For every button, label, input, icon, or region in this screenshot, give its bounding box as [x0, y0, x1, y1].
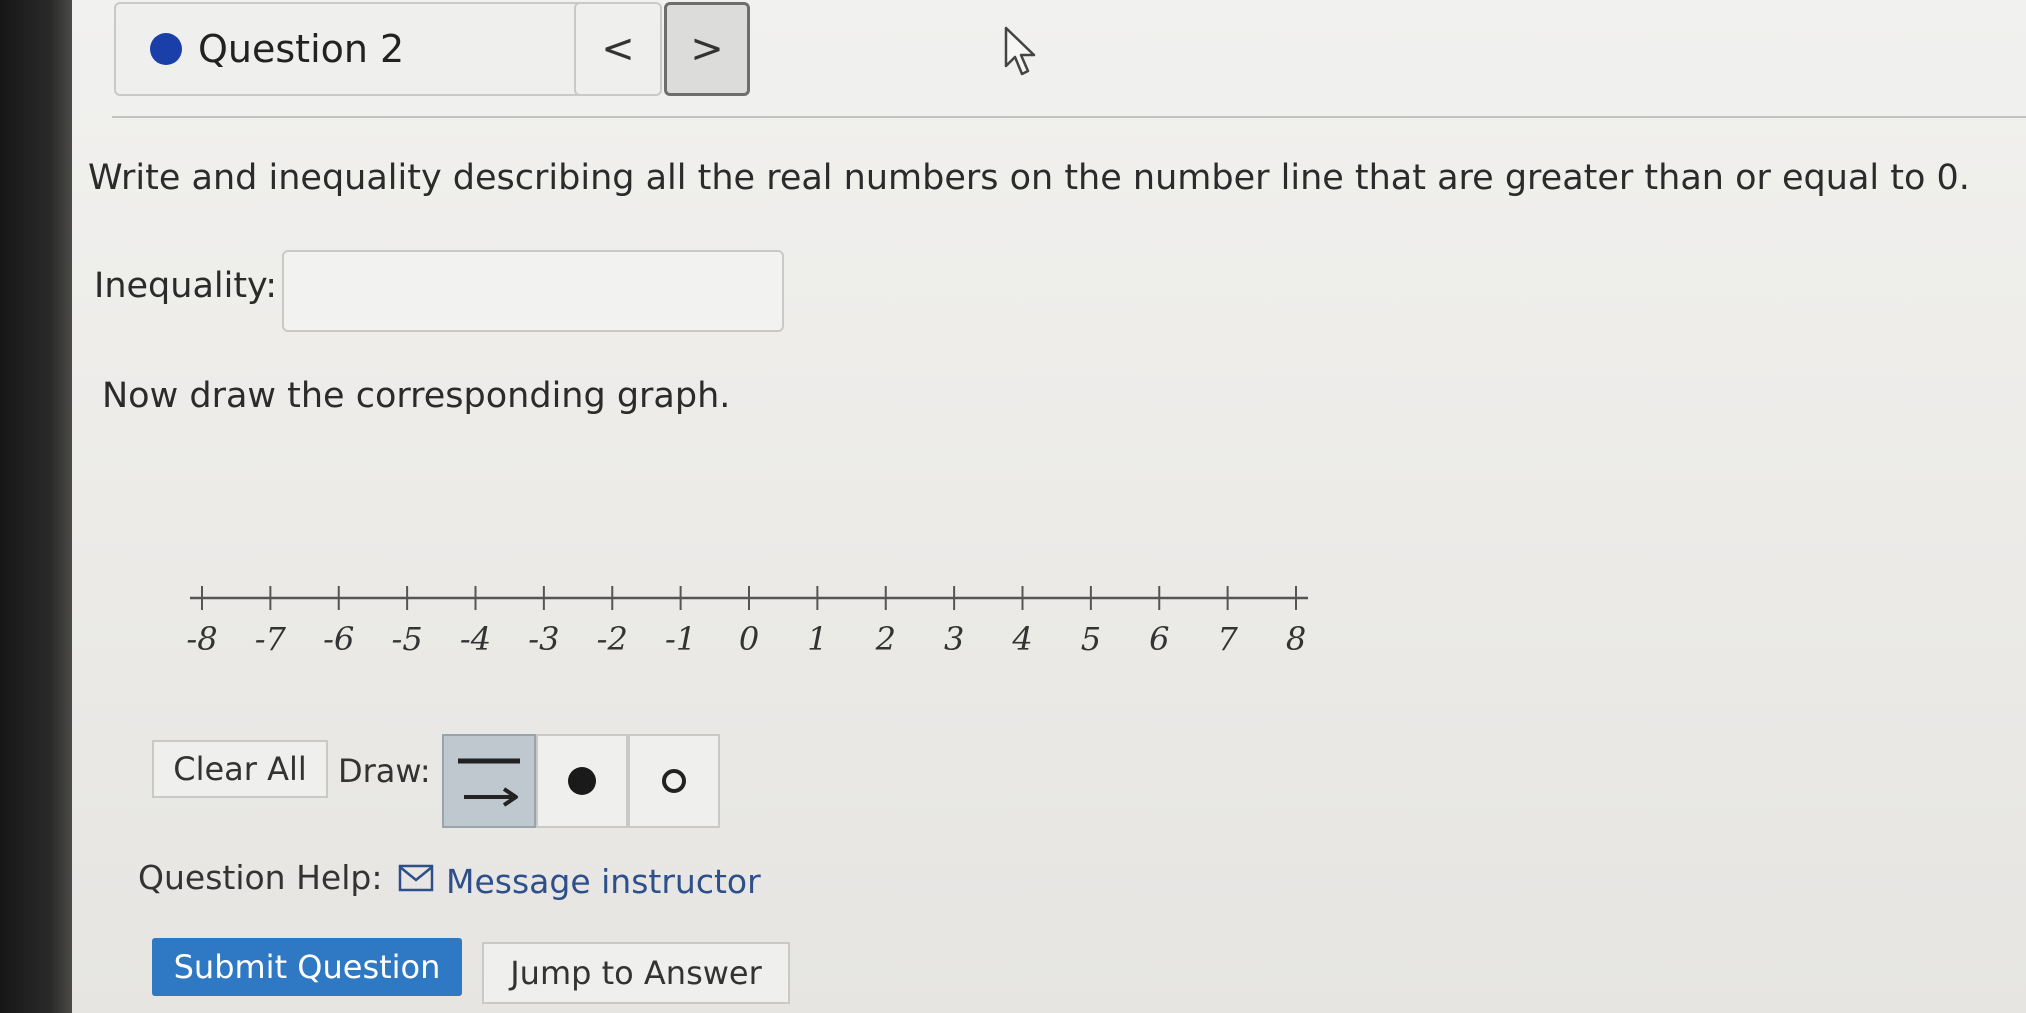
header-divider: [112, 116, 2026, 118]
jump-to-answer-button[interactable]: Jump to Answer: [482, 942, 790, 1004]
submit-question-button[interactable]: Submit Question: [152, 938, 462, 996]
number-line-tick-label: 3: [944, 620, 964, 658]
envelope-icon: [398, 864, 434, 892]
number-line-tick-label: -7: [255, 620, 287, 658]
open-dot-icon: [662, 769, 686, 793]
draw-label: Draw:: [338, 752, 431, 790]
number-line-tick-label: 6: [1149, 620, 1169, 658]
number-line-tick-label: 1: [807, 620, 827, 658]
chevron-left-icon: <: [601, 26, 635, 72]
number-line-tick-label: -3: [528, 620, 559, 658]
chevron-right-icon: >: [690, 26, 724, 72]
inequality-input[interactable]: [282, 250, 784, 332]
clear-all-button[interactable]: Clear All: [152, 740, 328, 798]
number-line-tick-label: 5: [1081, 620, 1101, 658]
graph-prompt: Now draw the corresponding graph.: [102, 376, 731, 416]
closed-dot-icon: [568, 767, 596, 795]
ray-tool-button[interactable]: [442, 734, 536, 828]
number-line-tick-label: 0: [739, 620, 759, 658]
screen-bezel: [0, 0, 72, 1013]
number-line-tick-label: 4: [1011, 620, 1032, 658]
number-line[interactable]: -8 -7 -6 -5 -4 -3 -2 -1 0 1 2 3 4 5 6 7 8: [112, 560, 1332, 670]
number-line-tick-label: -8: [186, 620, 217, 658]
number-line-tick-label: 7: [1217, 620, 1238, 658]
question-prompt: Write and inequality describing all the …: [88, 158, 1970, 198]
ray-arrow-icon: [458, 758, 520, 807]
number-line-tick-label: -2: [597, 620, 628, 658]
number-line-tick-label: 2: [875, 620, 896, 658]
number-line-tick-label: -5: [392, 620, 423, 658]
number-line-tick-label: 8: [1286, 620, 1306, 658]
question-page: Question 2 < > Write and inequality desc…: [72, 0, 2026, 1013]
open-dot-tool-button[interactable]: [628, 734, 720, 828]
question-help-label: Question Help:: [138, 858, 383, 897]
number-line-tick-label: -1: [665, 620, 696, 658]
question-status-dot-icon: [150, 33, 182, 65]
question-selector-label: Question 2: [198, 27, 405, 71]
previous-question-button[interactable]: <: [574, 2, 662, 96]
message-instructor-link[interactable]: Message instructor: [446, 862, 761, 901]
number-line-tick-label: -6: [323, 620, 354, 658]
inequality-label: Inequality:: [94, 266, 278, 306]
question-selector[interactable]: Question 2: [114, 2, 626, 96]
number-line-tick-label: -4: [460, 620, 491, 658]
mouse-pointer-icon: [1004, 26, 1036, 76]
next-question-button[interactable]: >: [664, 2, 750, 96]
closed-dot-tool-button[interactable]: [536, 734, 628, 828]
